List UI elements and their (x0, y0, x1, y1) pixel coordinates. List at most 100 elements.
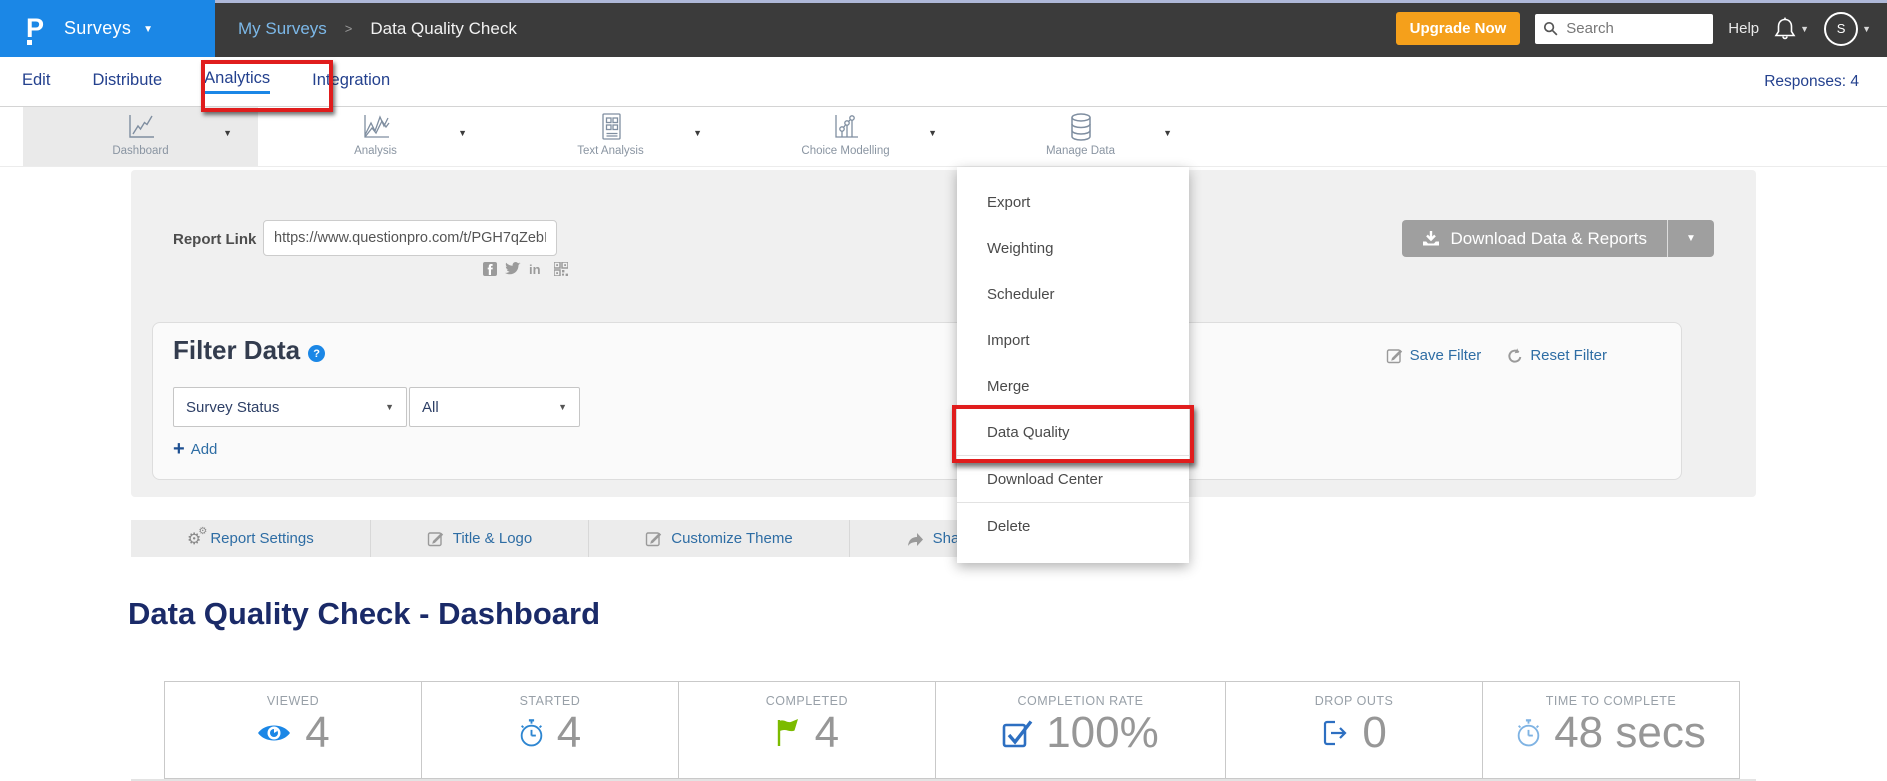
add-filter-label: Add (191, 441, 218, 458)
report-settings-button[interactable]: ⚙⚙ Report Settings (131, 520, 371, 557)
customize-theme-button[interactable]: Customize Theme (589, 520, 849, 557)
toolbar-item-manage-data[interactable]: Manage Data ▼ (963, 107, 1198, 166)
help-circle-icon[interactable]: ? (308, 345, 325, 362)
checkbox-icon (1002, 718, 1033, 749)
facebook-icon[interactable] (483, 262, 497, 276)
menu-item-weighting[interactable]: Weighting (957, 225, 1189, 271)
download-icon (1422, 231, 1440, 247)
qr-code-icon[interactable] (554, 262, 568, 276)
stopwatch-icon (519, 719, 544, 748)
tab-integration[interactable]: Integration (312, 71, 390, 93)
responses-count[interactable]: Responses: 4 (1764, 73, 1859, 91)
avatar: S (1824, 12, 1858, 46)
menu-item-scheduler[interactable]: Scheduler (957, 271, 1189, 317)
tab-analytics[interactable]: Analytics (204, 69, 270, 94)
report-settings-label: Report Settings (210, 530, 313, 547)
survey-nav-tabs: Edit Distribute Analytics Integration Re… (0, 57, 1887, 107)
menu-item-merge[interactable]: Merge (957, 363, 1189, 409)
filter-value-value: All (422, 399, 439, 416)
customize-theme-label: Customize Theme (671, 530, 792, 547)
filter-data-box: Filter Data ? Survey Status ▼ All ▼ + Ad… (152, 322, 1682, 480)
breadcrumb: My Surveys > Data Quality Check (238, 0, 517, 57)
eye-icon (256, 721, 292, 745)
toolbar-item-text-analysis[interactable]: Text Analysis ▼ (493, 107, 728, 166)
stat-started: STARTED 4 (422, 682, 679, 778)
toolbar-item-dashboard[interactable]: Dashboard ▼ (23, 107, 258, 166)
help-link[interactable]: Help (1728, 20, 1759, 37)
stat-completed: COMPLETED 4 (679, 682, 936, 778)
report-settings-bar: ⚙⚙ Report Settings Title & Logo Customiz… (131, 520, 1057, 557)
stat-drop-outs: DROP OUTS 0 (1226, 682, 1483, 778)
filter-value-select[interactable]: All ▼ (409, 387, 580, 427)
search-box[interactable] (1535, 14, 1713, 44)
database-icon (1068, 110, 1094, 144)
stat-completion-rate: COMPLETION RATE 100% (936, 682, 1226, 778)
report-link-input[interactable] (263, 220, 557, 256)
chevron-down-icon: ▼ (1686, 233, 1696, 244)
chevron-down-icon: ▼ (385, 402, 394, 412)
save-filter-label: Save Filter (1410, 347, 1482, 364)
report-panel: Report Link in (131, 170, 1756, 497)
chevron-down-icon[interactable]: ▼ (693, 128, 702, 138)
edit-icon (1386, 347, 1403, 364)
stat-time-to-complete: TIME TO COMPLETE 48 secs (1483, 682, 1739, 778)
filter-actions: Save Filter Reset Filter (1386, 347, 1607, 364)
svg-text:P: P (26, 13, 44, 43)
menu-item-export[interactable]: Export (957, 179, 1189, 225)
toolbar-item-choice-modelling[interactable]: Choice Modelling ▼ (728, 107, 963, 166)
header-actions: Upgrade Now Help ▼ (1396, 0, 1871, 57)
chevron-down-icon: ▼ (1862, 24, 1871, 34)
share-icon (906, 531, 924, 547)
filter-data-title: Filter Data (173, 335, 300, 366)
menu-item-download-center[interactable]: Download Center (957, 456, 1189, 502)
upgrade-now-button[interactable]: Upgrade Now (1396, 12, 1521, 45)
dashboard-chart-icon (126, 110, 156, 144)
analysis-chart-icon (361, 110, 391, 144)
edit-icon (645, 530, 662, 547)
reset-filter-label: Reset Filter (1530, 347, 1607, 364)
twitter-icon[interactable] (505, 262, 521, 276)
breadcrumb-separator: > (345, 21, 353, 36)
text-analysis-icon (599, 110, 623, 144)
filter-field-value: Survey Status (186, 399, 279, 416)
notifications-menu[interactable]: ▼ (1774, 16, 1809, 41)
breadcrumb-my-surveys[interactable]: My Surveys (238, 19, 327, 39)
stat-viewed: VIEWED 4 (165, 682, 422, 778)
add-filter-button[interactable]: + Add (173, 439, 217, 459)
chevron-down-icon: ▼ (1800, 24, 1809, 34)
choice-modelling-icon (831, 110, 861, 144)
tab-edit[interactable]: Edit (22, 71, 50, 93)
download-data-reports-button[interactable]: Download Data & Reports ▼ (1402, 220, 1714, 257)
gears-icon: ⚙⚙ (187, 531, 201, 547)
chevron-down-icon[interactable]: ▼ (928, 128, 937, 138)
chevron-down-icon[interactable]: ▼ (1163, 128, 1172, 138)
app-screen: P Surveys ▼ My Surveys > Data Quality Ch… (0, 0, 1887, 781)
plus-icon: + (173, 439, 185, 459)
product-switcher[interactable]: P Surveys ▼ (0, 0, 215, 57)
chevron-down-icon: ▼ (558, 402, 567, 412)
linkedin-icon[interactable]: in (529, 262, 546, 276)
page-title: Data Quality Check - Dashboard (128, 596, 600, 632)
toolbar-item-analysis[interactable]: Analysis ▼ (258, 107, 493, 166)
breadcrumb-current-survey: Data Quality Check (370, 19, 516, 39)
menu-item-delete[interactable]: Delete (957, 503, 1189, 549)
questionpro-logo-icon: P (24, 12, 50, 46)
download-options-caret[interactable]: ▼ (1668, 220, 1714, 257)
chevron-down-icon[interactable]: ▼ (223, 128, 232, 138)
account-menu[interactable]: S ▼ (1824, 12, 1871, 46)
title-logo-button[interactable]: Title & Logo (371, 520, 590, 557)
filter-field-select[interactable]: Survey Status ▼ (173, 387, 407, 427)
search-input[interactable] (1564, 19, 1705, 38)
title-logo-label: Title & Logo (453, 530, 533, 547)
report-link-label: Report Link (173, 231, 256, 248)
timer-icon (1516, 719, 1541, 748)
menu-item-import[interactable]: Import (957, 317, 1189, 363)
save-filter-button[interactable]: Save Filter (1386, 347, 1482, 364)
tab-distribute[interactable]: Distribute (92, 71, 162, 93)
share-icons-row: in (483, 262, 568, 276)
menu-item-data-quality[interactable]: Data Quality (957, 409, 1189, 455)
chevron-down-icon[interactable]: ▼ (458, 128, 467, 138)
manage-data-menu: Export Weighting Scheduler Import Merge … (957, 167, 1189, 563)
filter-data-header: Filter Data ? (173, 335, 325, 366)
reset-filter-button[interactable]: Reset Filter (1507, 347, 1607, 364)
